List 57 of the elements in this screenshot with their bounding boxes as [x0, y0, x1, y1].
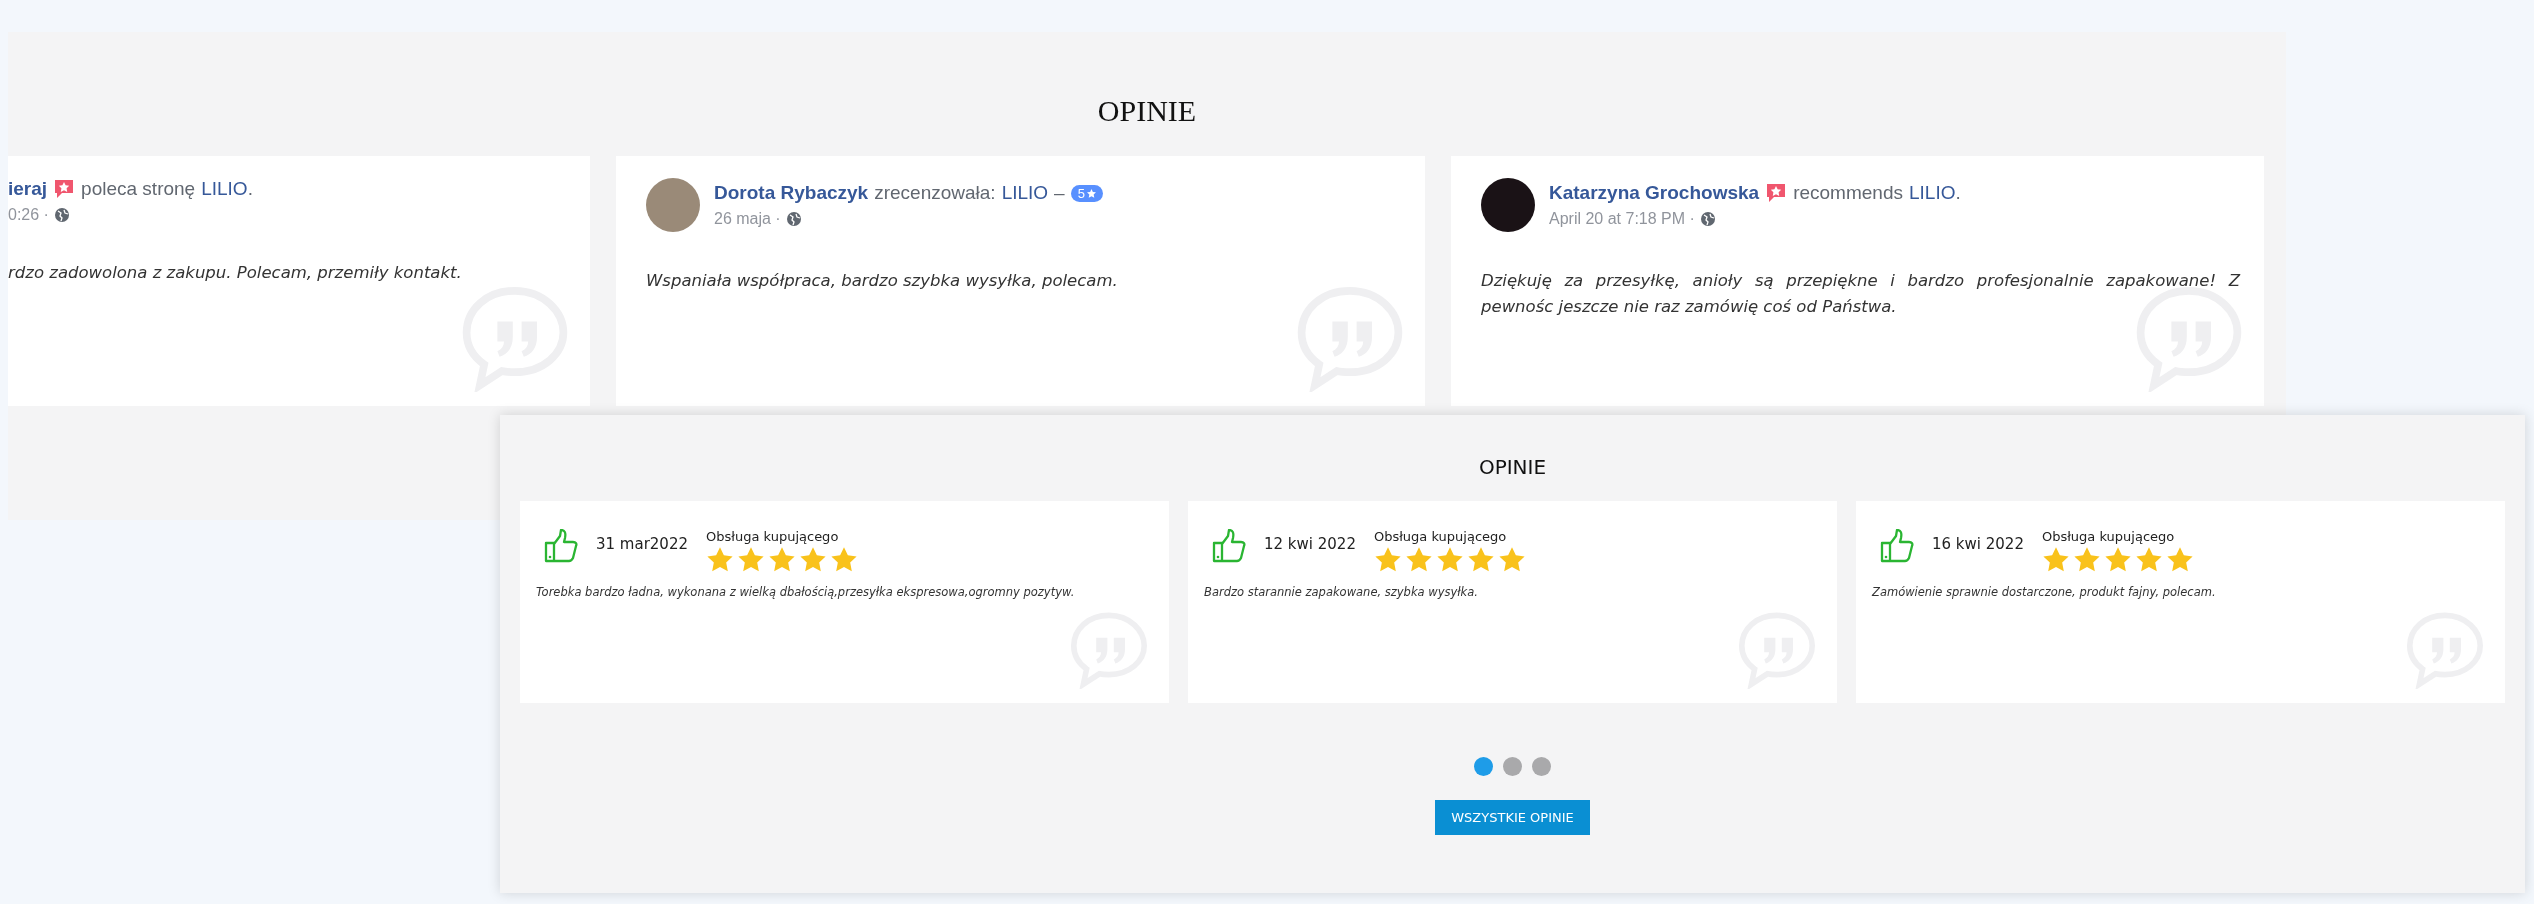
star-icon [2165, 546, 2194, 573]
section-title: OPINIE [1478, 455, 1547, 479]
star-icon [1373, 546, 1402, 573]
review-category: Obsługa kupującego [1373, 529, 1508, 544]
review-date: 31 mar2022 [596, 535, 688, 553]
thumbs-up-icon [1880, 529, 1914, 563]
action-text: zrecenzowała: [874, 182, 996, 204]
period-text: . [247, 178, 253, 200]
globe-icon [785, 211, 802, 227]
pagination-dot[interactable] [1474, 757, 1493, 776]
reviewer-name[interactable]: ieraj [8, 178, 48, 200]
reviewer-name[interactable]: Katarzyna Grochowska [1549, 182, 1760, 204]
star-icon [737, 546, 765, 573]
reviewer-name[interactable]: Dorota Rybaczyk [714, 182, 869, 204]
star-icon [768, 546, 796, 573]
star-icon [2134, 546, 2163, 573]
action-text: recommends [1793, 182, 1903, 204]
page-link[interactable]: LILIO [201, 178, 248, 200]
review-text: Zamówienie sprawnie dostarczone, produkt fajny, polecam. [1872, 585, 2217, 599]
review-category: Obsługa kupującego [706, 529, 840, 544]
globe-icon [1699, 211, 1716, 227]
star-icon [1497, 546, 1526, 573]
pagination-dot[interactable] [1532, 757, 1551, 776]
post-time: 26 maja · [714, 210, 781, 228]
star-icon [2103, 546, 2132, 573]
review-text: Dziękuję za przesyłkę, anioły są przepiękne i bardzo profesjonalnie zapakowane! Z pewnośc jeszcze nie raz zamówię coś od Państwa. [1481, 270, 2240, 318]
thumbs-up-icon [1212, 529, 1246, 563]
star-icon [1404, 546, 1433, 573]
review-text: rdzo zadowolona z zakupu. Polecam, przemiły kontakt. [8, 262, 463, 284]
star-icon [799, 546, 827, 573]
page-link[interactable]: LILIO [1908, 182, 1956, 204]
rating-badge: 5 [1070, 184, 1103, 202]
pagination-dot[interactable] [1503, 757, 1522, 776]
period-text: . [1955, 182, 1961, 204]
star-icon [830, 546, 858, 573]
star-icon [1435, 546, 1464, 573]
all-reviews-button[interactable]: WSZYSTKIE OPINIE [1435, 800, 1590, 835]
review-text: Wspaniała współpraca, bardzo szybka wysyłka, polecam. [646, 270, 1119, 292]
review-category: Obsługa kupującego [2041, 529, 2176, 544]
review-date: 16 kwi 2022 [1932, 535, 2024, 553]
page-link[interactable]: LILIO [1001, 182, 1049, 204]
section-title: OPINIE [1097, 94, 1197, 128]
star-icon [1466, 546, 1495, 573]
action-text: poleca stronę [81, 178, 196, 200]
globe-icon [53, 207, 70, 223]
thumbs-up-icon [544, 529, 578, 563]
star-icon [2041, 546, 2070, 573]
separator-text: – [1054, 182, 1065, 204]
star-icon [2072, 546, 2101, 573]
post-time: 0:26 · [8, 206, 49, 224]
review-text: Bardzo starannie zapakowane, szybka wysyłka. [1204, 585, 1479, 599]
recommend-flag-icon [1765, 182, 1788, 204]
recommend-flag-icon [53, 178, 76, 200]
star-icon [706, 546, 734, 573]
review-date: 12 kwi 2022 [1264, 535, 1356, 553]
review-text: Torebka bardzo ładna, wykonana z wielką dbałością,przesyłka ekspresowa,ogromny pozytyw. [536, 585, 1076, 599]
post-time: April 20 at 7:18 PM · [1549, 210, 1695, 228]
